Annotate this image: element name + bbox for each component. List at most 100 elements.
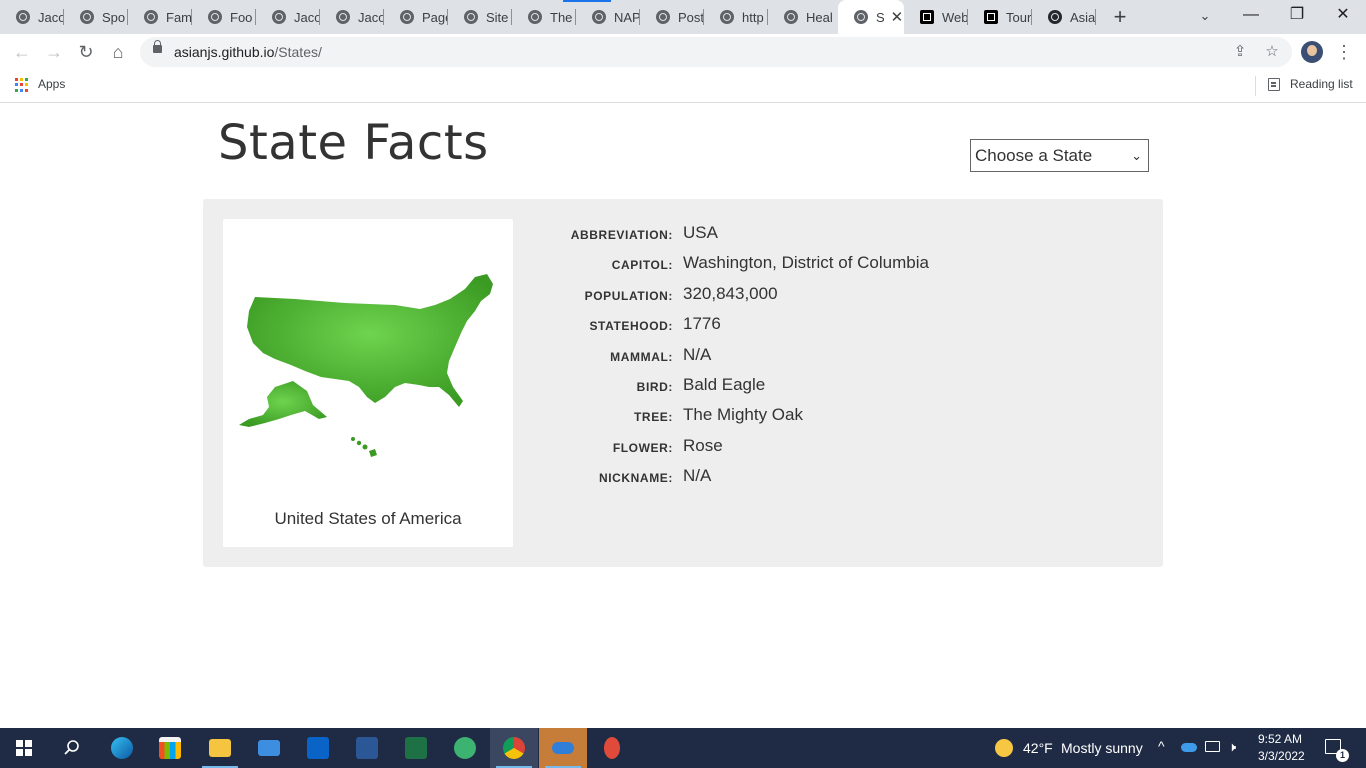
tab-8[interactable]: The [512,0,576,34]
tab-12[interactable]: Heal [768,0,836,34]
tab-label: Foo [230,9,253,25]
share-icon[interactable]: ⇪ [1229,41,1251,63]
taskbar-mail[interactable] [245,728,293,768]
tab-label: NAP [614,9,640,25]
alaska-shape [239,381,327,427]
state-select[interactable]: Choose a State ⌄ [970,139,1149,172]
network-icon[interactable] [1205,741,1220,752]
tab-search-chevron-icon[interactable]: ⌄ [1196,6,1214,26]
fact-row-tree: TREE: The Mighty Oak [543,405,1243,427]
apps-bookmark[interactable]: Apps [38,77,65,91]
profile-avatar[interactable] [1301,41,1323,63]
notification-badge: 1 [1336,749,1349,762]
square-icon [920,10,934,24]
tray-chevron-up-icon[interactable]: ^ [1158,738,1165,754]
clock-date[interactable]: 3/3/2022 [1258,749,1305,763]
tab-11[interactable]: http [704,0,768,34]
reload-icon[interactable]: ↻ [72,38,100,66]
globe-icon [272,10,286,24]
back-arrow-icon[interactable]: ← [8,38,36,66]
snip-icon [604,737,620,759]
taskbar-chrome[interactable] [490,728,538,768]
reading-list-button[interactable]: Reading list [1290,77,1353,91]
tab-label: Jaco [294,9,320,25]
tab-6[interactable]: Page [384,0,448,34]
tab-0[interactable]: Jaco [0,0,64,34]
new-tab-button[interactable]: + [1108,4,1132,30]
outlook-icon [307,737,329,759]
reading-list-icon[interactable] [1268,78,1280,91]
tab-3[interactable]: Foo [192,0,256,34]
taskbar-file-explorer[interactable] [196,728,244,768]
weather-temp[interactable]: 42°F [1023,740,1053,756]
taskbar-excel[interactable] [392,728,440,768]
search-button[interactable] [48,728,96,768]
fact-row-nickname: NICKNAME: N/A [543,466,1243,488]
apps-grid-icon[interactable] [15,78,29,92]
taskbar-outlook[interactable] [294,728,342,768]
tab-4[interactable]: Jaco [256,0,320,34]
clock-time[interactable]: 9:52 AM [1258,732,1302,746]
volume-muted-icon[interactable]: 🕨 [1228,739,1236,755]
browser-toolbar: ← → ↻ ⌂ asianjs.github.io/States/ ⇪ ☆ ⋮ [0,34,1366,70]
globe-icon [80,10,94,24]
fact-row-flower: FLOWER: Rose [543,436,1243,458]
bookmarks-bar: Apps Reading list [0,70,1366,103]
weather-desc[interactable]: Mostly sunny [1061,740,1143,756]
globe-icon [656,10,670,24]
onedrive-tray-icon[interactable] [1181,743,1197,752]
fact-key: FLOWER: [612,441,673,455]
home-icon[interactable]: ⌂ [104,38,132,66]
bookmark-star-icon[interactable]: ☆ [1261,41,1283,63]
tab-9[interactable]: NAP [576,0,640,34]
tab-5[interactable]: Jaco [320,0,384,34]
page-title: State Facts [218,115,489,171]
atom-icon [454,737,476,759]
mail-icon [258,740,280,756]
tab-1[interactable]: Spo [64,0,128,34]
globe-icon [16,10,30,24]
taskbar-onedrive-app[interactable] [539,728,587,768]
tab-label: http [742,9,764,25]
fact-key: BIRD: [636,380,673,394]
edge-icon [111,737,133,759]
close-window-button[interactable]: ✕ [1320,0,1366,30]
weather-sun-icon[interactable] [995,739,1013,757]
taskbar-edge[interactable] [98,728,146,768]
address-bar[interactable]: asianjs.github.io/States/ ⇪ ☆ [140,37,1292,67]
tab-label: Web [942,9,968,25]
tab-label: Site [486,9,509,25]
tab-16[interactable]: Asia [1032,0,1096,34]
tab-2[interactable]: Fam [128,0,192,34]
taskbar-word[interactable] [343,728,391,768]
fact-value: The Mighty Oak [683,405,803,424]
globe-icon [720,10,734,24]
tab-13-active[interactable]: S ✕ [838,0,904,34]
page-content: State Facts Choose a State ⌄ United Stat… [0,103,1366,728]
minimize-button[interactable]: — [1228,0,1274,30]
taskbar-atom[interactable] [441,728,489,768]
fact-key: MAMMAL: [610,350,673,364]
fact-row-mammal: MAMMAL: N/A [543,345,1243,367]
fact-row-population: POPULATION: 320,843,000 [543,284,1243,306]
fact-value: N/A [683,466,712,485]
word-icon [356,737,378,759]
start-button[interactable] [0,728,48,768]
fact-key: POPULATION: [584,289,673,303]
menu-kebab-icon[interactable]: ⋮ [1334,38,1354,66]
tab-14[interactable]: Web [904,0,968,34]
tab-15[interactable]: Tour [968,0,1032,34]
forward-arrow-icon[interactable]: → [40,38,68,66]
globe-icon [854,10,868,24]
tab-label: Spo [102,9,126,25]
tab-10[interactable]: Post [640,0,704,34]
url-text[interactable]: asianjs.github.io/States/ [174,44,322,60]
close-tab-icon[interactable]: ✕ [891,8,904,26]
taskbar-store[interactable] [146,728,194,768]
fact-row-abbreviation: ABBREVIATION: USA [543,223,1243,245]
restore-button[interactable]: ❐ [1274,0,1320,30]
facts-panel: United States of America ABBREVIATION: U… [203,199,1163,567]
taskbar-snipping-tool[interactable] [588,728,636,768]
tab-7[interactable]: Site [448,0,512,34]
square-icon [984,10,998,24]
